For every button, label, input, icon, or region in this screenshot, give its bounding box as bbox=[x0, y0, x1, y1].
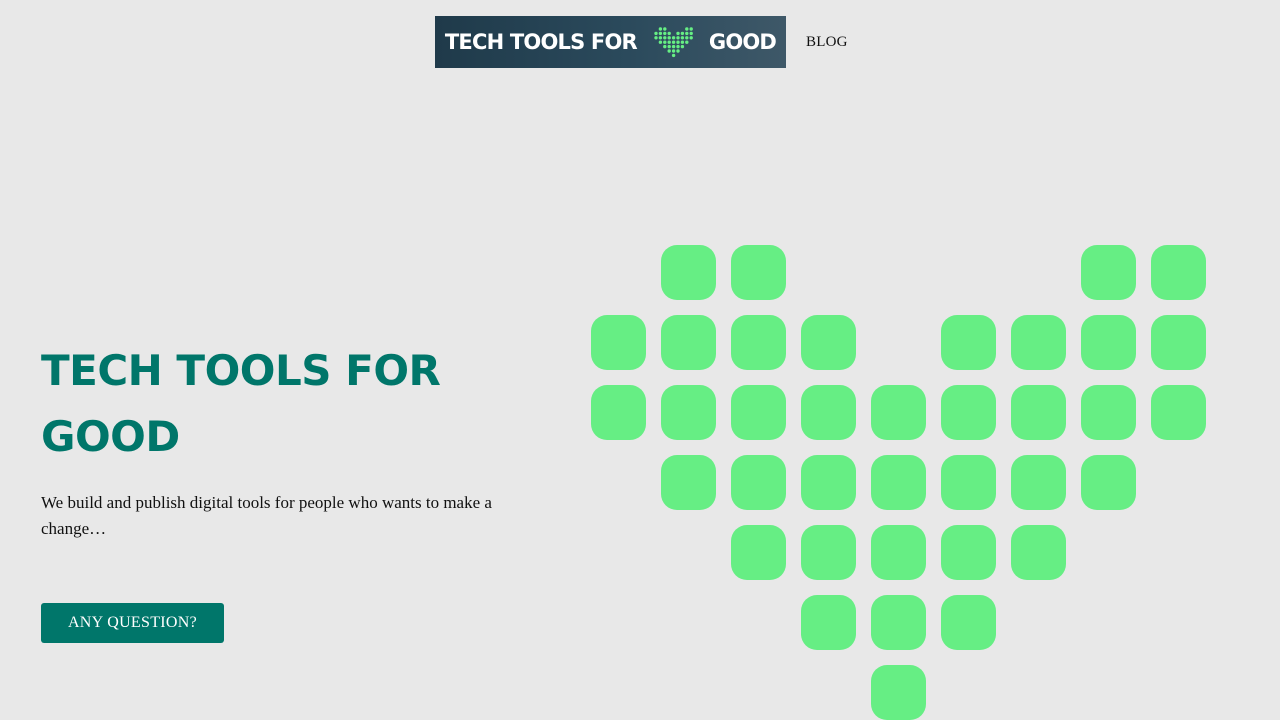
logo-heart-dot bbox=[662, 44, 667, 49]
heart-tile bbox=[591, 385, 646, 440]
logo-heart-dot bbox=[676, 31, 680, 36]
heart-tile bbox=[1081, 455, 1136, 510]
heart-tile bbox=[941, 315, 996, 370]
heart-tile bbox=[1011, 315, 1066, 370]
logo-heart-dot bbox=[689, 27, 693, 31]
logo-heart-dot bbox=[667, 31, 671, 36]
logo-heart-dot bbox=[662, 31, 667, 36]
logo-heart-dot bbox=[689, 31, 693, 36]
logo-heart-dot bbox=[684, 40, 689, 44]
logo-heart-dot bbox=[662, 27, 667, 31]
logo-heart-dot bbox=[680, 31, 684, 36]
heart-tile bbox=[1151, 385, 1206, 440]
heart-tile bbox=[941, 385, 996, 440]
heart-tile bbox=[801, 385, 856, 440]
logo-heart-dot bbox=[671, 49, 676, 53]
hero-subtitle: We build and publish digital tools for p… bbox=[41, 493, 492, 538]
logo-heart-dot bbox=[671, 36, 676, 40]
heart-tile bbox=[941, 455, 996, 510]
any-question-button[interactable]: ANY QUESTION? bbox=[41, 603, 224, 643]
logo-heart-dot bbox=[689, 36, 693, 40]
heart-tile bbox=[661, 385, 716, 440]
heart-tile bbox=[871, 525, 926, 580]
logo-heart-dot bbox=[658, 31, 662, 36]
page: TECH TOOLS FOR GOOD BLOG TECH TOOLS FOR … bbox=[0, 0, 1280, 720]
heart-tile bbox=[1151, 245, 1206, 300]
heart-tile bbox=[871, 595, 926, 650]
logo-heart-dot bbox=[684, 36, 689, 40]
logo-heart-dot bbox=[658, 36, 662, 40]
logo-heart-dot bbox=[671, 53, 676, 58]
heart-tile bbox=[941, 525, 996, 580]
logo-heart-dot bbox=[676, 40, 680, 44]
heart-tile bbox=[731, 385, 786, 440]
logo-heart-dot bbox=[662, 40, 667, 44]
logo-heart-dot bbox=[667, 44, 671, 49]
nav-link-blog[interactable]: BLOG bbox=[806, 34, 848, 51]
heart-tile bbox=[1011, 525, 1066, 580]
logo-heart-dot bbox=[680, 36, 684, 40]
site-logo[interactable]: TECH TOOLS FOR GOOD bbox=[435, 16, 786, 68]
heart-tile bbox=[1081, 385, 1136, 440]
logo-heart-dot bbox=[680, 40, 684, 44]
heart-tile bbox=[1151, 315, 1206, 370]
logo-text-left: TECH TOOLS FOR bbox=[444, 30, 638, 54]
logo-heart-dot bbox=[654, 36, 658, 40]
logo-heart-dot bbox=[654, 31, 658, 36]
heart-tile bbox=[731, 245, 786, 300]
heart-tile bbox=[801, 595, 856, 650]
heart-tile bbox=[871, 385, 926, 440]
logo-heart-dot bbox=[684, 31, 689, 36]
logo-heart-dot bbox=[671, 44, 676, 49]
logo-heart-dot bbox=[676, 36, 680, 40]
heart-tile bbox=[661, 315, 716, 370]
logo-heart-dot bbox=[667, 36, 671, 40]
logo-heart-dot bbox=[667, 49, 671, 53]
heart-tile bbox=[731, 455, 786, 510]
logo-heart-dot bbox=[671, 40, 676, 44]
logo-heart-dot bbox=[662, 36, 667, 40]
heart-tile bbox=[801, 525, 856, 580]
logo-heart-dot bbox=[676, 49, 680, 53]
heart-tile bbox=[661, 245, 716, 300]
heart-tile bbox=[871, 665, 926, 720]
logo-text-right: GOOD bbox=[708, 30, 777, 54]
heart-tile bbox=[871, 455, 926, 510]
pixel-heart-icon bbox=[654, 27, 693, 58]
heart-tile bbox=[941, 595, 996, 650]
logo-heart-dot bbox=[676, 44, 680, 49]
heart-tile bbox=[731, 315, 786, 370]
heart-tile bbox=[591, 315, 646, 370]
heart-tile bbox=[1011, 455, 1066, 510]
heart-tile bbox=[1011, 385, 1066, 440]
heart-tile bbox=[801, 315, 856, 370]
logo-heart-dot bbox=[667, 40, 671, 44]
heart-tile bbox=[801, 455, 856, 510]
heart-tile bbox=[731, 525, 786, 580]
logo-heart-dot bbox=[680, 44, 684, 49]
logo-heart-dot bbox=[658, 27, 662, 31]
heart-tile bbox=[1081, 245, 1136, 300]
hero-title: TECH TOOLS FOR GOOD bbox=[41, 346, 441, 461]
heart-tile bbox=[1081, 315, 1136, 370]
logo-heart-dot bbox=[658, 40, 662, 44]
logo-heart-dot bbox=[684, 27, 689, 31]
site-header: TECH TOOLS FOR GOOD BLOG bbox=[435, 16, 848, 68]
heart-tile bbox=[661, 455, 716, 510]
